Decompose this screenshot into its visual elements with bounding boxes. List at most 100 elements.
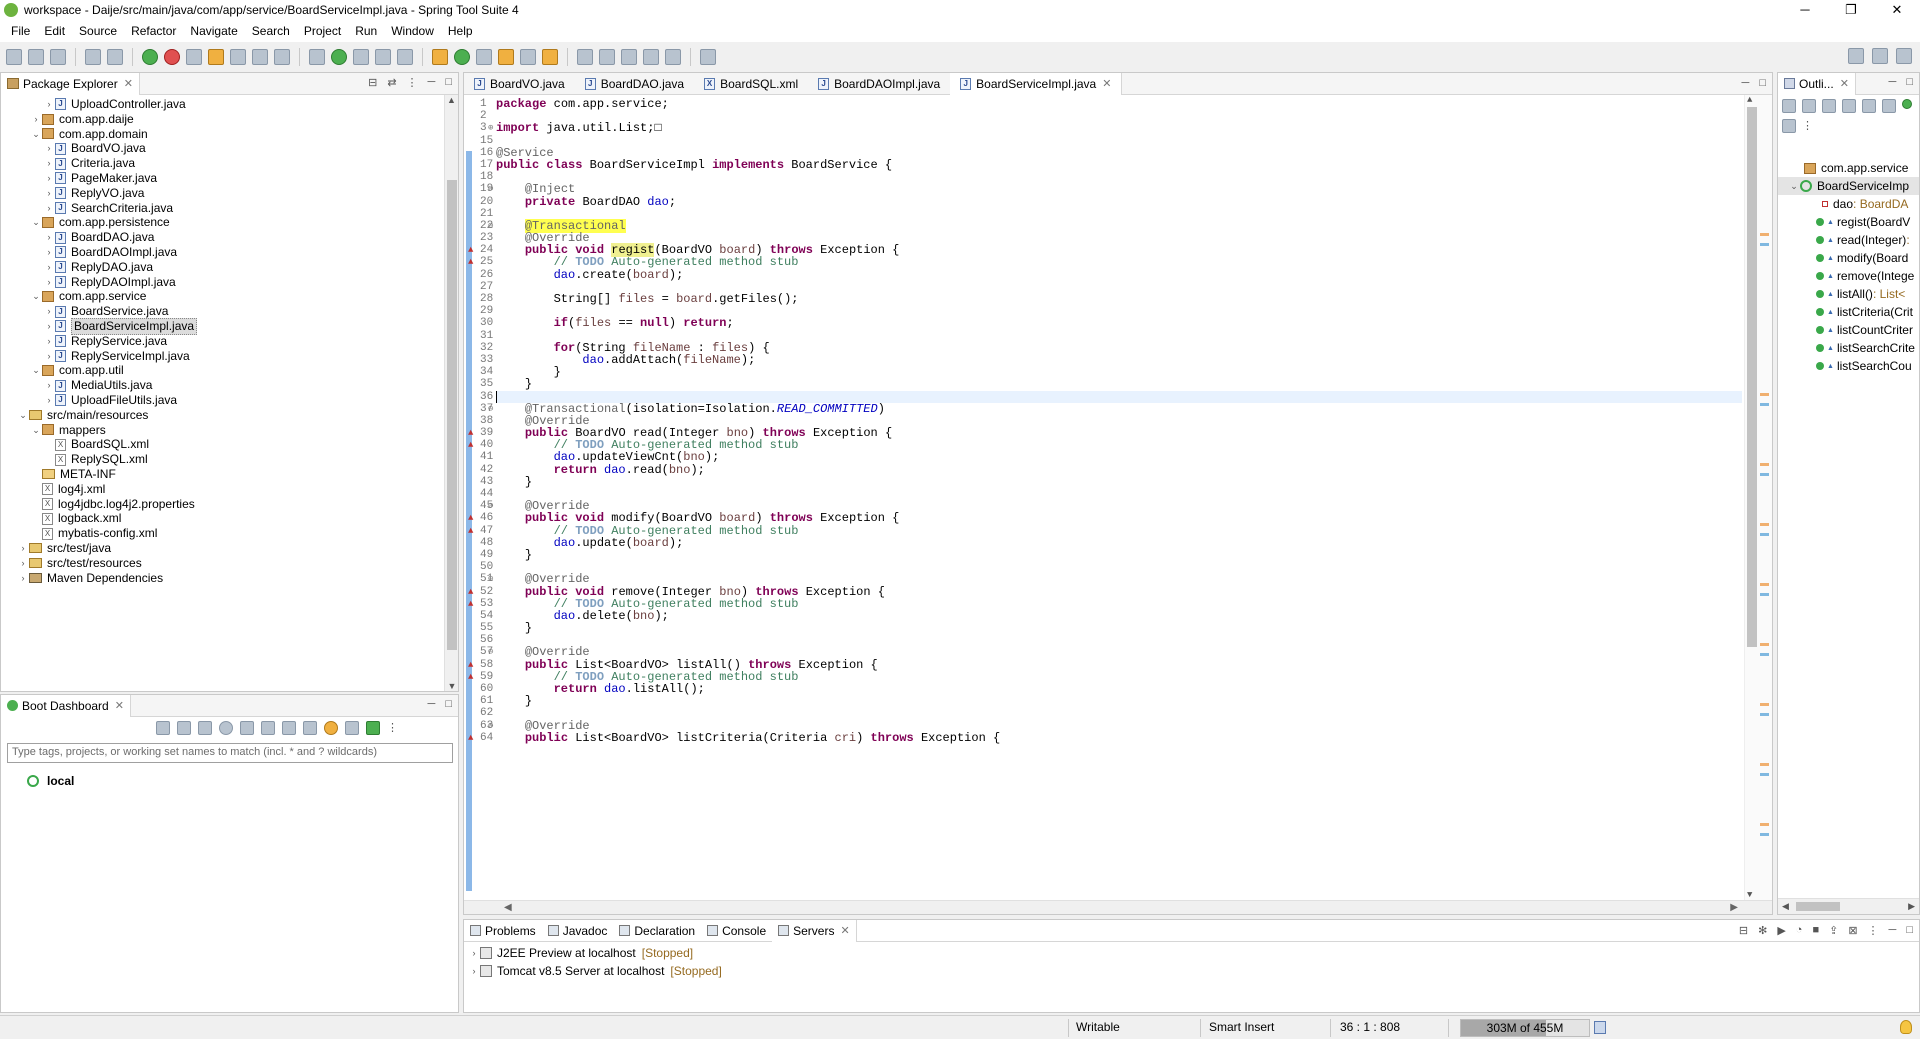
- overview-marker[interactable]: [1760, 713, 1769, 716]
- outline-item[interactable]: com.app.service: [1778, 159, 1919, 177]
- overview-marker[interactable]: [1760, 233, 1769, 236]
- debug-server-icon[interactable]: ✻: [1758, 924, 1767, 937]
- editor-tab[interactable]: J BoardVO.java: [464, 73, 575, 95]
- boot-dashboard-filter-input[interactable]: Type tags, projects, or working set name…: [7, 743, 453, 763]
- override-marker-icon[interactable]: ▲: [468, 512, 473, 524]
- tree-item[interactable]: › J UploadFileUtils.java: [1, 393, 444, 408]
- code-line[interactable]: 53 ▲ // TODO Auto-generated method stub: [468, 598, 1742, 610]
- code-line[interactable]: 26 dao.create(board);: [480, 269, 1742, 281]
- overview-marker[interactable]: [1760, 833, 1769, 836]
- fold-toggle-icon[interactable]: ⊕: [488, 122, 493, 134]
- code-line[interactable]: 37 ⊖ @Transactional(isolation=Isolation.R…: [480, 403, 1742, 415]
- code-editor[interactable]: 1 package com.app.service; 2 3 ⊕ import java.…: [464, 95, 1772, 900]
- close-icon[interactable]: ✕: [1840, 77, 1849, 90]
- hide-fields-icon[interactable]: [1842, 99, 1856, 113]
- hide-local-types-icon[interactable]: [1902, 99, 1912, 109]
- overview-marker[interactable]: [1760, 653, 1769, 656]
- minimize-view-icon[interactable]: ─: [428, 76, 436, 89]
- tree-item[interactable]: › J ReplyService.java: [1, 334, 444, 349]
- tree-item[interactable]: › J BoardServiceImpl.java: [1, 317, 444, 335]
- open-type-icon[interactable]: [476, 49, 492, 65]
- code-line[interactable]: 21: [480, 208, 1742, 220]
- heap-status[interactable]: 303M of 455M: [1460, 1019, 1590, 1037]
- editor-tab[interactable]: J BoardServiceImpl.java ✕: [950, 72, 1123, 95]
- code-line[interactable]: 49 }: [480, 549, 1742, 561]
- scroll-down-icon[interactable]: ▼: [1747, 890, 1752, 900]
- spring-restart-icon[interactable]: [164, 49, 180, 65]
- code-line[interactable]: 64 ▲ public List<BoardVO> listCriteria(Cr…: [468, 732, 1742, 744]
- external-tools-icon[interactable]: [397, 49, 413, 65]
- lightbulb-icon[interactable]: [324, 721, 338, 735]
- code-line[interactable]: 17 public class BoardServiceImpl implemen…: [480, 159, 1742, 171]
- back-icon[interactable]: [643, 49, 659, 65]
- overview-marker[interactable]: [1760, 703, 1769, 706]
- code-line[interactable]: 54 dao.delete(bno);: [480, 610, 1742, 622]
- code-line[interactable]: 56: [480, 634, 1742, 646]
- word-wrap-icon[interactable]: [252, 49, 268, 65]
- fold-toggle-icon[interactable]: ⊖: [488, 403, 493, 415]
- tab-boot-dashboard[interactable]: Boot Dashboard ✕: [1, 694, 131, 717]
- close-button[interactable]: ✕: [1874, 0, 1920, 20]
- tree-item[interactable]: META-INF: [1, 467, 444, 482]
- bottom-tab[interactable]: Declaration: [613, 920, 701, 942]
- tree-item[interactable]: › J Criteria.java: [1, 156, 444, 171]
- outline-item[interactable]: ▲ modify(Board: [1778, 249, 1919, 267]
- maximize-view-icon[interactable]: □: [1759, 77, 1766, 89]
- code-line[interactable]: 60 return dao.listAll();: [480, 683, 1742, 695]
- editor-scrollbar-thumb[interactable]: [1747, 107, 1757, 647]
- view-menu-icon[interactable]: ⋮: [407, 76, 418, 89]
- editor-horizontal-scrollbar[interactable]: ◀ ▶: [464, 900, 1772, 914]
- expanded-arrow-icon[interactable]: ⌄: [1788, 181, 1800, 192]
- pin-editor-icon[interactable]: [700, 49, 716, 65]
- collapsed-arrow-icon[interactable]: ›: [43, 245, 55, 260]
- maximize-view-icon[interactable]: □: [1906, 76, 1913, 88]
- outline-item[interactable]: dao : BoardDA: [1778, 195, 1919, 213]
- override-marker-icon[interactable]: ▲: [468, 732, 473, 744]
- tree-item[interactable]: › J MediaUtils.java: [1, 378, 444, 393]
- next-annotation-icon[interactable]: [577, 49, 593, 65]
- start-icon[interactable]: [156, 721, 170, 735]
- menu-refactor[interactable]: Refactor: [124, 24, 183, 38]
- view-menu-icon[interactable]: ⋮: [1868, 924, 1879, 937]
- overview-marker[interactable]: [1760, 403, 1769, 406]
- tree-item[interactable]: › src/test/java: [1, 541, 444, 556]
- overview-marker[interactable]: [1760, 773, 1769, 776]
- tree-item[interactable]: › J ReplyVO.java: [1, 186, 444, 201]
- overview-marker[interactable]: [1760, 523, 1769, 526]
- tree-item[interactable]: › com.app.daije: [1, 112, 444, 127]
- code-line[interactable]: 42 return dao.read(bno);: [480, 464, 1742, 476]
- filter-icon[interactable]: [303, 721, 317, 735]
- add-icon[interactable]: [366, 721, 380, 735]
- stop-server-icon[interactable]: ■: [1812, 924, 1819, 937]
- tree-item[interactable]: › J PageMaker.java: [1, 171, 444, 186]
- whitespace-icon[interactable]: [274, 49, 290, 65]
- maximize-view-icon[interactable]: □: [445, 698, 452, 710]
- previous-annotation-icon[interactable]: [599, 49, 615, 65]
- fold-toggle-icon[interactable]: ⊖: [488, 183, 493, 195]
- highlight-icon[interactable]: [208, 49, 224, 65]
- collapsed-arrow-icon[interactable]: ›: [43, 186, 55, 201]
- minimize-button[interactable]: ─: [1782, 0, 1828, 20]
- garbage-collect-icon[interactable]: [1594, 1021, 1606, 1034]
- tree-item[interactable]: › J BoardDAOImpl.java: [1, 245, 444, 260]
- override-marker-icon[interactable]: ▲: [468, 586, 473, 598]
- tree-item[interactable]: Xlogback.xml: [1, 511, 444, 526]
- block-selection-icon[interactable]: [230, 49, 246, 65]
- maximize-view-icon[interactable]: □: [1906, 924, 1913, 937]
- open-perspective-icon[interactable]: [1872, 48, 1888, 64]
- server-row[interactable]: › Tomcat v8.5 Server at localhost [Stopped…: [468, 962, 722, 980]
- menu-window[interactable]: Window: [384, 24, 441, 38]
- bottom-tab[interactable]: Problems: [464, 920, 542, 942]
- toggle-mark-icon[interactable]: [186, 49, 202, 65]
- new-java-package-icon[interactable]: [432, 49, 448, 65]
- menu-edit[interactable]: Edit: [37, 24, 72, 38]
- collapsed-arrow-icon[interactable]: ›: [17, 556, 29, 571]
- local-target-row[interactable]: local: [27, 774, 74, 788]
- tree-item[interactable]: X ReplySQL.xml: [1, 452, 444, 467]
- menu-project[interactable]: Project: [297, 24, 348, 38]
- collapsed-arrow-icon[interactable]: ›: [17, 541, 29, 556]
- code-line[interactable]: 19 ⊖ @Inject: [480, 183, 1742, 195]
- code-line[interactable]: 18: [480, 171, 1742, 183]
- scroll-up-icon[interactable]: ▲: [1747, 95, 1752, 105]
- close-icon[interactable]: ✕: [840, 924, 849, 937]
